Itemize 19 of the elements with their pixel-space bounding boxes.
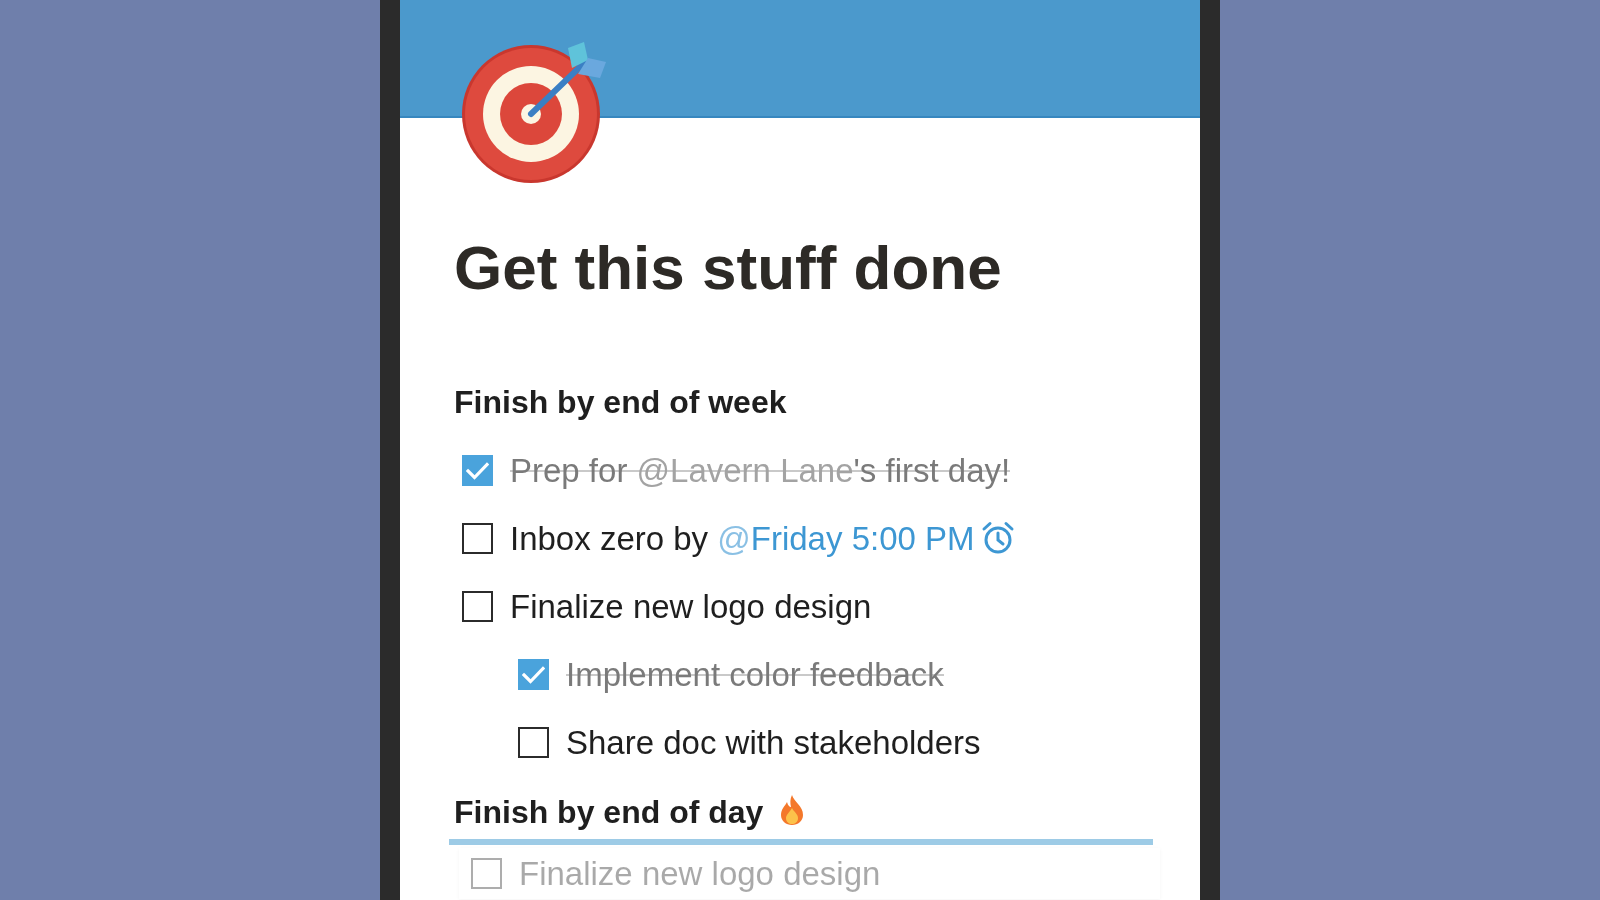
- fire-icon: [779, 793, 806, 826]
- checkbox[interactable]: [518, 727, 549, 759]
- check-icon: [522, 665, 545, 684]
- section-heading: Finish by end of week: [454, 383, 788, 422]
- task-text: Finalize new logo design: [519, 853, 881, 894]
- page-title: Get this stuff done: [454, 232, 1003, 304]
- drag-preview[interactable]: Finalize new logo design: [459, 848, 1160, 900]
- task-text: Finalize new logo design: [510, 587, 872, 627]
- checkbox[interactable]: [462, 591, 493, 623]
- person-mention[interactable]: @Lavern Lane: [636, 452, 854, 489]
- checkbox[interactable]: [518, 659, 549, 691]
- task-text: Share doc with stakeholders: [566, 723, 981, 763]
- task-text: Inbox zero by @Friday 5:00 PM: [510, 519, 1015, 559]
- section-heading: Finish by end of day: [454, 793, 764, 830]
- checkbox[interactable]: [462, 455, 493, 487]
- alarm-clock-icon: [980, 521, 1015, 555]
- date-mention[interactable]: @Friday 5:00 PM: [717, 520, 1015, 557]
- check-icon: [466, 461, 489, 480]
- checkbox[interactable]: [462, 523, 493, 555]
